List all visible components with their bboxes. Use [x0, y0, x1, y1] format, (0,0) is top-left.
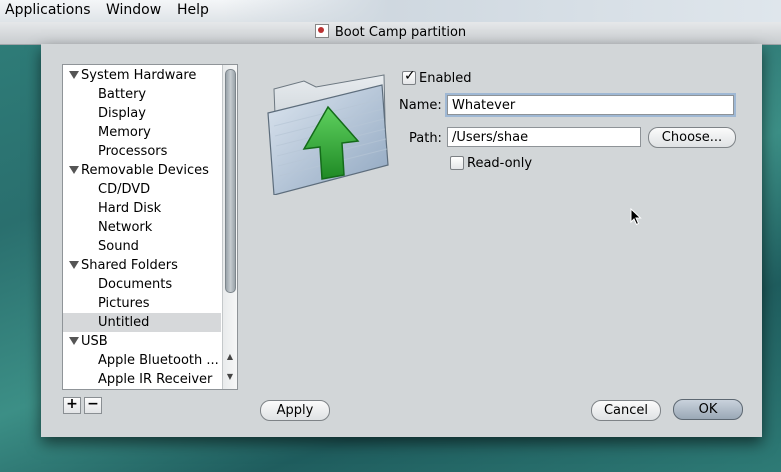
readonly-checkbox[interactable] [450, 156, 464, 170]
add-device-button[interactable]: + [63, 397, 81, 414]
mouse-cursor-icon [630, 208, 642, 226]
list-item-memory[interactable]: Memory [63, 123, 221, 142]
menu-help[interactable]: Help [177, 2, 209, 18]
path-field[interactable]: /Users/shae [447, 127, 641, 147]
group-system-hardware[interactable]: System Hardware [63, 66, 237, 85]
list-item-pictures[interactable]: Pictures [63, 294, 221, 313]
menubar-right-area [221, 0, 781, 22]
readonly-label: Read-only [467, 156, 533, 171]
disclosure-triangle-icon[interactable] [69, 166, 79, 174]
list-item-sound[interactable]: Sound [63, 237, 221, 256]
remove-device-button[interactable]: − [84, 397, 102, 414]
cancel-button[interactable]: Cancel [591, 400, 661, 421]
list-item-display[interactable]: Display [63, 104, 221, 123]
list-item-apple-bluetooth[interactable]: Apple Bluetooth ... [63, 351, 221, 370]
scroll-thumb[interactable] [225, 69, 236, 293]
check-icon: ✓ [404, 68, 416, 84]
window-title: Boot Camp partition [334, 25, 467, 40]
menubar: Applications Window Help [0, 0, 781, 23]
group-label: Shared Folders [81, 258, 178, 273]
path-label: Path: [409, 131, 442, 146]
list-scrollbar[interactable]: ▲ ▼ [222, 65, 237, 389]
list-item-battery[interactable]: Battery [63, 85, 221, 104]
window-titlebar[interactable]: Boot Camp partition [0, 22, 781, 45]
name-label: Name: [399, 98, 442, 113]
group-shared-folders[interactable]: Shared Folders [63, 256, 237, 275]
shared-folder-icon [267, 74, 389, 195]
menu-window[interactable]: Window [106, 2, 161, 18]
group-label: USB [81, 334, 108, 349]
ok-button[interactable]: OK [673, 399, 743, 420]
scroll-down-arrow-icon[interactable]: ▼ [224, 371, 236, 383]
device-list: System Hardware Battery Display Memory P… [62, 64, 238, 390]
enabled-label: Enabled [419, 71, 472, 86]
enabled-checkbox[interactable]: ✓ [402, 68, 416, 85]
group-removable-devices[interactable]: Removable Devices [63, 161, 237, 180]
group-usb[interactable]: USB [63, 332, 237, 351]
list-item-apple-ir-receiver[interactable]: Apple IR Receiver [63, 370, 221, 389]
list-item-documents[interactable]: Documents [63, 275, 221, 294]
name-field[interactable]: Whatever [447, 95, 734, 115]
list-item-hard-disk[interactable]: Hard Disk [63, 199, 221, 218]
disclosure-triangle-icon[interactable] [69, 71, 79, 79]
group-label: Removable Devices [81, 163, 209, 178]
document-icon [314, 24, 329, 38]
menu-applications[interactable]: Applications [5, 2, 91, 18]
settings-dialog: System Hardware Battery Display Memory P… [41, 44, 762, 437]
group-label: System Hardware [81, 68, 197, 83]
list-item-processors[interactable]: Processors [63, 142, 221, 161]
apply-button[interactable]: Apply [260, 400, 330, 421]
list-item-untitled[interactable]: Untitled [63, 313, 221, 332]
list-item-network[interactable]: Network [63, 218, 221, 237]
disclosure-triangle-icon[interactable] [69, 337, 79, 345]
choose-button[interactable]: Choose... [648, 127, 736, 148]
scroll-up-arrow-icon[interactable]: ▲ [224, 351, 236, 363]
disclosure-triangle-icon[interactable] [69, 261, 79, 269]
list-item-cd-dvd[interactable]: CD/DVD [63, 180, 221, 199]
